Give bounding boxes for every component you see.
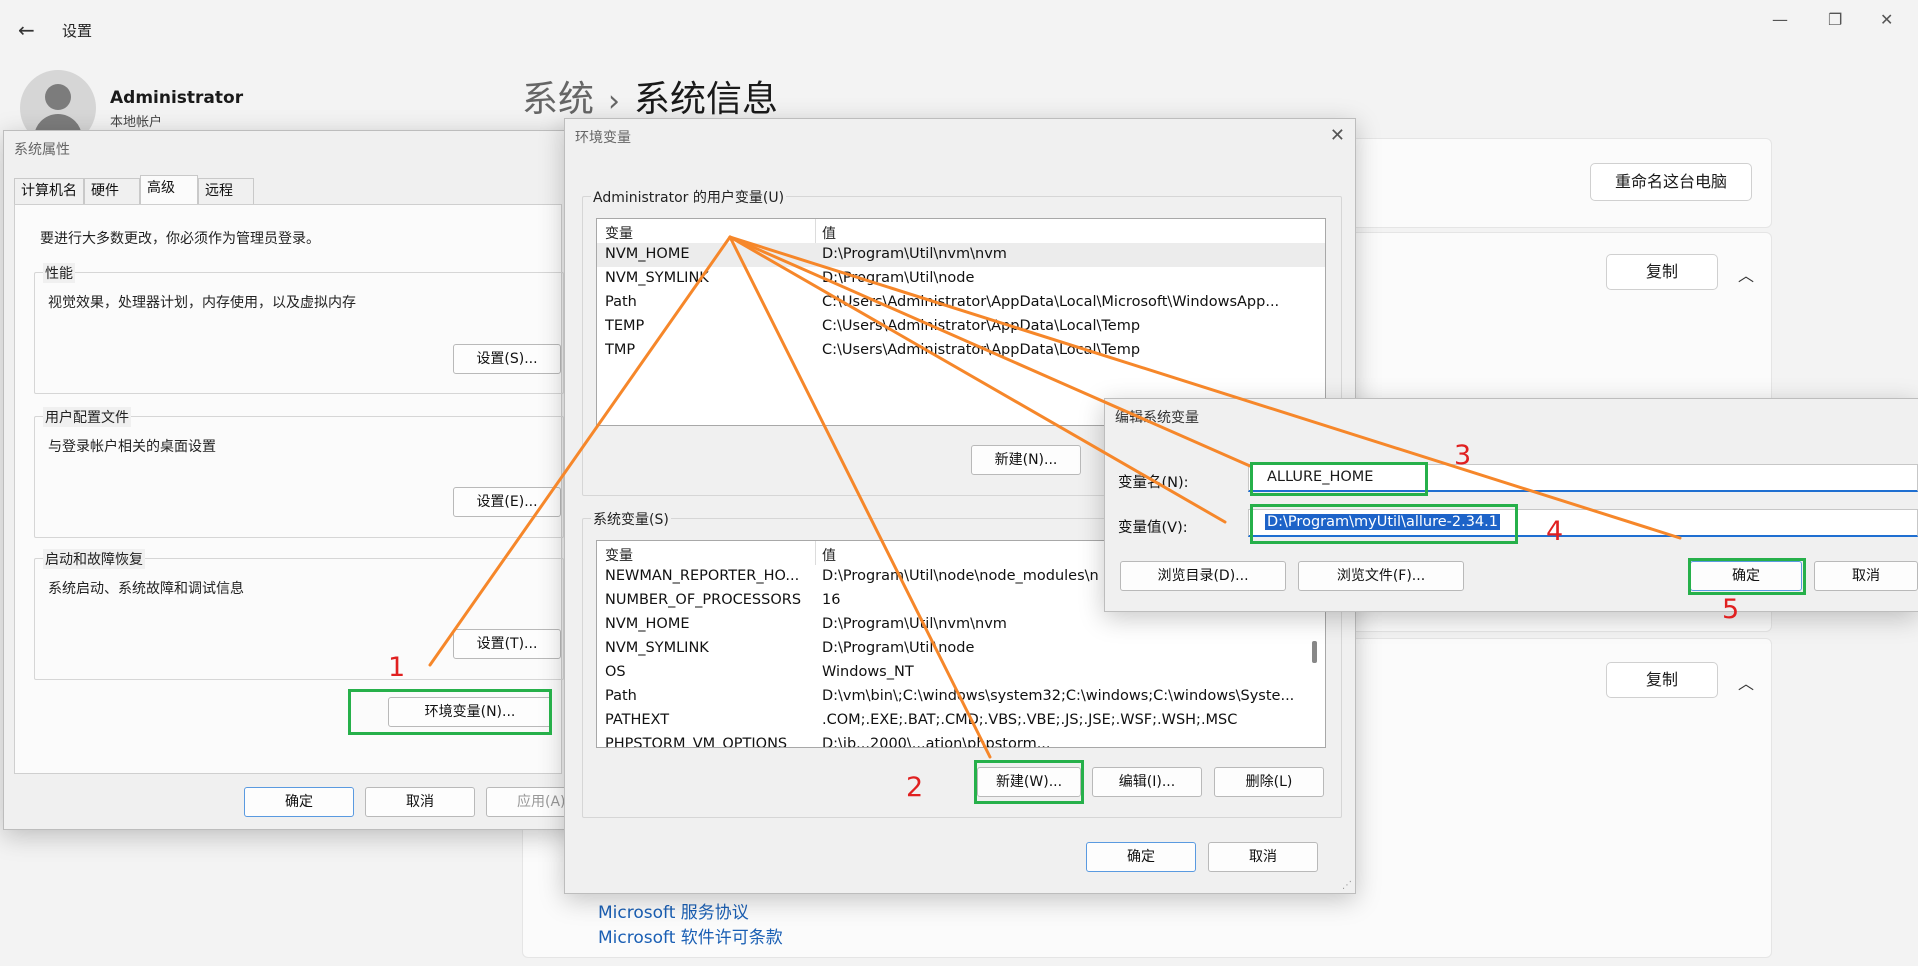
- annotation-arrows: [428, 235, 1682, 759]
- step-number-3: 3: [1454, 440, 1472, 471]
- step-number-2: 2: [906, 772, 924, 803]
- step-number-5: 5: [1722, 594, 1740, 625]
- step-number-4: 4: [1546, 516, 1564, 547]
- step-number-1: 1: [388, 652, 406, 683]
